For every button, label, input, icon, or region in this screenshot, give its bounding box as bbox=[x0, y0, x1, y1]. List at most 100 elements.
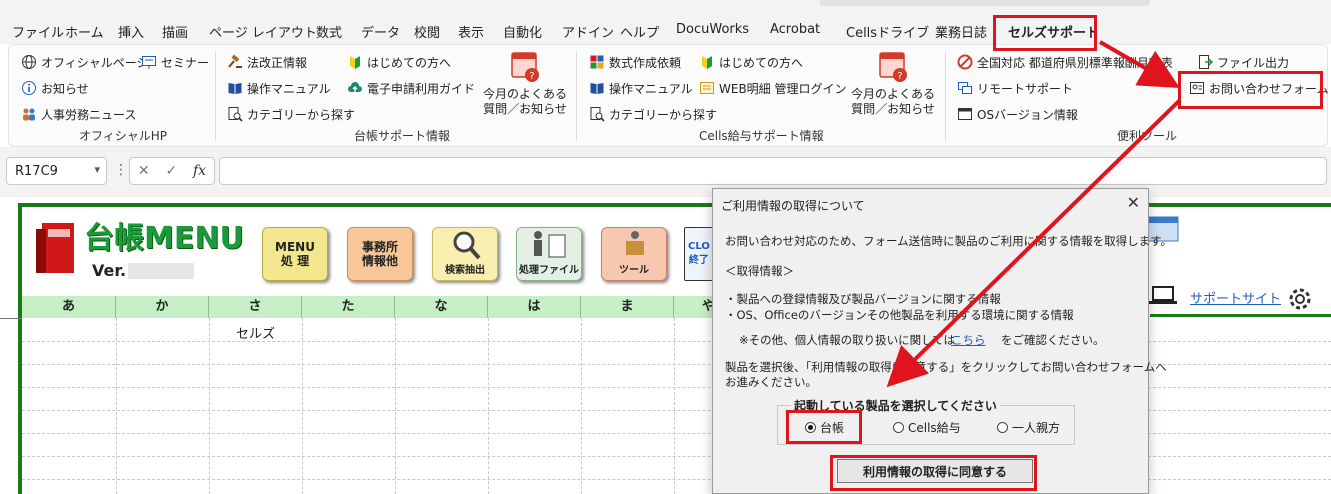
formula-grid-icon bbox=[590, 55, 604, 69]
tab-docuworks[interactable]: DocuWorks bbox=[676, 22, 749, 37]
manual-button[interactable]: 操作マニュアル bbox=[227, 78, 331, 98]
globe-icon bbox=[22, 55, 36, 69]
close-app-button[interactable]: CLO 終了 bbox=[684, 227, 714, 281]
info-icon bbox=[22, 81, 36, 95]
tab-cells-drive[interactable]: Cellsドライブ bbox=[846, 22, 929, 41]
tab-formulas[interactable]: 数式 bbox=[316, 22, 342, 41]
column-header[interactable]: や bbox=[674, 296, 714, 318]
enter-icon[interactable]: ✓ bbox=[165, 163, 177, 179]
dialog-note-post: をご確認ください。 bbox=[1001, 333, 1105, 347]
radio-hitori-oyakata[interactable]: 一人親方 bbox=[997, 419, 1060, 436]
official-page-button[interactable]: オフィシャルページ bbox=[21, 52, 149, 72]
tab-insert[interactable]: 挿入 bbox=[118, 22, 144, 41]
file-output-button[interactable]: ファイル出力 bbox=[1197, 52, 1289, 72]
tab-page-layout[interactable]: ページ レイアウト bbox=[209, 22, 317, 41]
salary-table-button[interactable]: 全国対応 都道府県別標準報酬月額表 bbox=[957, 52, 1173, 72]
search-extract-button[interactable]: 検索抽出 bbox=[432, 227, 498, 281]
tab-acrobat[interactable]: Acrobat bbox=[770, 22, 820, 37]
tab-help[interactable]: ヘルプ bbox=[620, 22, 659, 41]
formula-input[interactable] bbox=[219, 157, 1327, 185]
group-label-tools: 便利ツール bbox=[1117, 129, 1178, 143]
column-header[interactable]: か bbox=[116, 296, 209, 318]
worker-icon bbox=[626, 231, 644, 255]
tab-work-diary[interactable]: 業務日誌 bbox=[935, 22, 987, 41]
formula-controls: ✕ ✓ fx bbox=[129, 157, 215, 185]
file-export-icon bbox=[1199, 55, 1213, 69]
tab-file[interactable]: ファイル bbox=[12, 22, 64, 41]
tab-addins[interactable]: アドイン bbox=[562, 22, 614, 41]
column-header[interactable]: は bbox=[488, 296, 581, 318]
tab-draw[interactable]: 描画 bbox=[162, 22, 188, 41]
version-redacted bbox=[128, 263, 194, 279]
gear-icon[interactable] bbox=[1286, 285, 1314, 313]
privacy-link[interactable]: こちら bbox=[951, 332, 986, 348]
first-time-button[interactable]: はじめての方へ bbox=[347, 52, 451, 72]
os-version-button[interactable]: OSバージョン情報 bbox=[957, 104, 1078, 124]
category-search-button[interactable]: カテゴリーから探す bbox=[227, 104, 355, 124]
svg-text:?: ? bbox=[897, 71, 902, 82]
radio-unselected-icon bbox=[997, 422, 1008, 433]
cells-manual-button[interactable]: 操作マニュアル bbox=[589, 78, 693, 98]
document-search-icon bbox=[228, 107, 243, 122]
tab-home[interactable]: ホーム bbox=[65, 22, 104, 41]
cells-category-search-button[interactable]: カテゴリーから探す bbox=[589, 104, 717, 124]
tab-automate[interactable]: 自動化 bbox=[503, 22, 542, 41]
remote-support-button[interactable]: リモートサポート bbox=[957, 78, 1073, 98]
magnifier-icon bbox=[453, 231, 481, 260]
column-header[interactable]: あ bbox=[22, 296, 116, 318]
cell-value[interactable]: セルズ bbox=[236, 323, 275, 342]
ribbon: オフィシャルページ セミナー お知らせ 人事労務ニュース オフィシャルHP 法改… bbox=[8, 44, 1329, 147]
dialog-title: ご利用情報の取得について bbox=[721, 199, 865, 213]
dialog-heading: ＜取得情報＞ bbox=[725, 264, 794, 278]
cancel-icon[interactable]: ✕ bbox=[138, 163, 150, 179]
gavel-icon bbox=[228, 54, 242, 68]
formula-request-button[interactable]: 数式作成依頼 bbox=[589, 52, 681, 72]
news-button[interactable]: お知らせ bbox=[21, 78, 89, 98]
tools-button[interactable]: ツール bbox=[601, 227, 667, 281]
beginner-mark-icon bbox=[702, 56, 712, 69]
law-revision-button[interactable]: 法改正情報 bbox=[227, 52, 307, 72]
web-payslip-login-button[interactable]: WEB明細 管理ログイン bbox=[699, 78, 847, 98]
close-icon[interactable]: ✕ bbox=[1127, 193, 1140, 212]
no-entry-icon bbox=[957, 54, 973, 70]
column-header[interactable]: な bbox=[395, 296, 488, 318]
menu-process-button[interactable]: MENU 処 理 bbox=[262, 227, 328, 281]
cells-first-time-button[interactable]: はじめての方へ bbox=[699, 52, 803, 72]
e-application-guide-button[interactable]: 電子申請利用ガイド bbox=[347, 78, 475, 98]
monthly-faq-button[interactable]: ? 今月のよくある 質問／お知らせ bbox=[477, 49, 573, 117]
more-options-icon[interactable]: ⋮ bbox=[114, 162, 128, 178]
dialog-item1: ・製品への登録情報及び製品バージョンに関する情報 bbox=[725, 292, 1001, 306]
tab-data[interactable]: データ bbox=[361, 22, 400, 41]
usage-info-dialog: ご利用情報の取得について ✕ お問い合わせ対応のため、フォーム送信時に製品のご利… bbox=[712, 188, 1172, 494]
process-file-button[interactable]: 処理ファイル bbox=[516, 227, 582, 281]
hr-news-button[interactable]: 人事労務ニュース bbox=[21, 104, 136, 124]
chevron-down-icon[interactable]: ▾ bbox=[94, 163, 100, 176]
insert-function-button[interactable]: fx bbox=[193, 163, 206, 179]
radio-cells-kyuyo[interactable]: Cells給与 bbox=[893, 419, 961, 436]
scroll-indicator[interactable] bbox=[820, 0, 1150, 6]
office-info-button[interactable]: 事務所 情報他 bbox=[347, 227, 413, 281]
file-worker-icon bbox=[534, 231, 566, 258]
support-site-link[interactable]: サポートサイト bbox=[1190, 288, 1281, 307]
dialog-text-line1: お問い合わせ対応のため、フォーム送信時に製品のご利用に関する情報を取得します。 bbox=[725, 234, 1173, 248]
column-header[interactable]: さ bbox=[209, 296, 302, 318]
red-binder-icon bbox=[36, 223, 74, 273]
tab-view[interactable]: 表示 bbox=[458, 22, 484, 41]
document-search-icon bbox=[590, 107, 605, 122]
cells-monthly-faq-button[interactable]: ? 今月のよくある 質問／お知らせ bbox=[845, 49, 941, 117]
dialog-note-pre: ※その他、個人情報の取り扱いに関しては bbox=[739, 333, 956, 347]
remote-desktop-icon bbox=[958, 82, 972, 94]
seminar-button[interactable]: セミナー bbox=[141, 52, 209, 72]
radio-unselected-icon bbox=[893, 422, 904, 433]
name-box[interactable]: R17C9 ▾ bbox=[6, 157, 107, 185]
laptop-icon[interactable] bbox=[1148, 285, 1178, 307]
tab-review[interactable]: 校閲 bbox=[414, 22, 440, 41]
column-header[interactable]: た bbox=[302, 296, 395, 318]
dialog-instruction2: お進みください。 bbox=[725, 375, 817, 389]
header-underline bbox=[1150, 314, 1331, 317]
book-icon bbox=[590, 83, 604, 94]
highlight-agree bbox=[830, 455, 1037, 491]
app-title: 台帳MENU bbox=[84, 221, 244, 256]
column-header[interactable]: ま bbox=[581, 296, 674, 318]
group-label-cells: Cells給与サポート情報 bbox=[699, 129, 824, 143]
